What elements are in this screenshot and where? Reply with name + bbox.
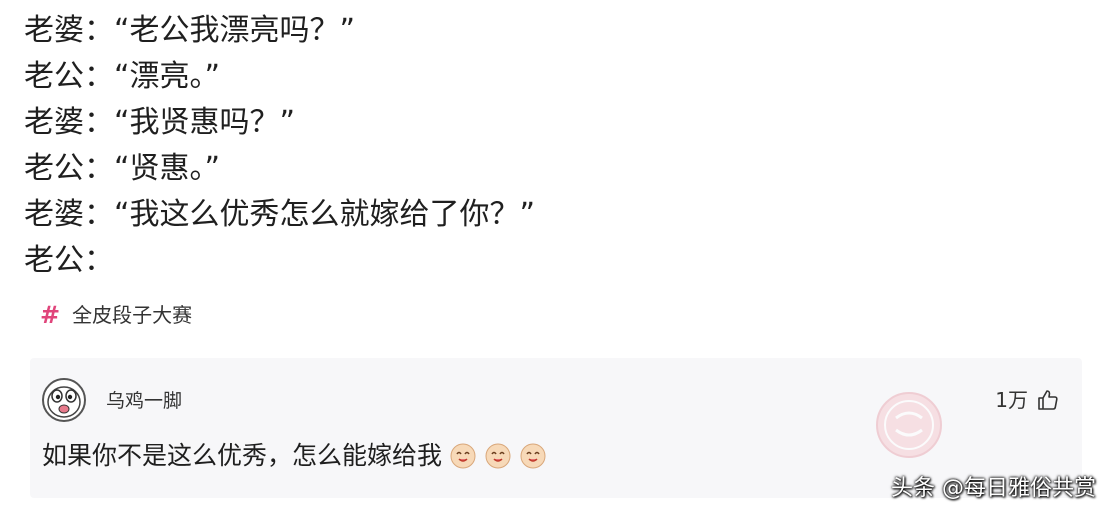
- watermark: 头条 @每日雅俗共赏: [891, 476, 1096, 501]
- dialogue-line: 老公：“贤惠。”: [24, 151, 221, 186]
- dialogue-line: 老公：: [24, 243, 114, 278]
- dialogue-line: 老公：“漂亮。”: [24, 59, 221, 94]
- like-count: 1万: [995, 388, 1028, 412]
- hashtag-icon: #: [40, 301, 61, 329]
- cartoon-face-icon: [47, 386, 81, 418]
- dialogue-line: 老婆：“我贤惠吗？”: [24, 105, 296, 140]
- smile-emoji-icon: [485, 443, 511, 469]
- smile-emoji-icon: [450, 443, 476, 469]
- like-control[interactable]: 1万: [995, 386, 1060, 414]
- smile-emoji-icon: [520, 443, 546, 469]
- stamp-icon: [876, 392, 942, 458]
- comment-text: 如果你不是这么优秀，怎么能嫁给我: [42, 441, 443, 470]
- thumbs-up-icon[interactable]: [1036, 388, 1060, 412]
- comment-body: 如果你不是这么优秀，怎么能嫁给我: [42, 438, 547, 474]
- topic-label: 全皮段子大赛: [72, 303, 193, 327]
- dialogue-line: 老婆：“老公我漂亮吗？”: [24, 13, 356, 48]
- avatar[interactable]: [42, 378, 86, 422]
- topic-tag[interactable]: # 全皮段子大赛: [40, 298, 192, 332]
- dialogue-text: 老婆：“老公我漂亮吗？” 老公：“漂亮。” 老婆：“我贤惠吗？” 老公：“贤惠。…: [24, 8, 1084, 284]
- comment-username[interactable]: 乌鸡一脚: [106, 388, 182, 414]
- dialogue-line: 老婆：“我这么优秀怎么就嫁给了你？”: [24, 197, 536, 232]
